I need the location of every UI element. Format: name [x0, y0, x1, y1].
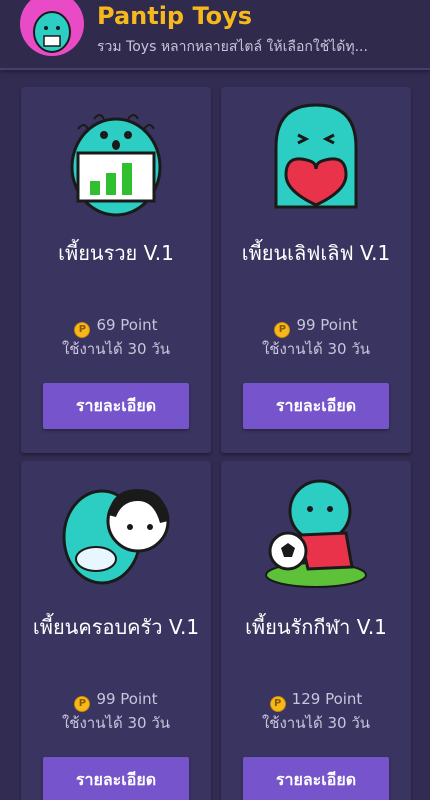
- toy-duration: ใช้งานได้ 30 วัน: [261, 714, 371, 732]
- toy-name: เพี้ยนรวย V.1: [58, 241, 174, 265]
- toy-card-sport[interactable]: เพี้ยนรักกีฬา V.1 P 129 Point ใช้งานได้ 3…: [221, 461, 411, 800]
- point-coin-icon: P: [74, 322, 91, 338]
- app-subtitle: รวม Toys หลากหลายสไตล์ ให้เลือกใช้ได้ทุ.…: [97, 39, 368, 55]
- toy-duration: ใช้งานได้ 30 วัน: [261, 340, 371, 358]
- toy-name: เพี้ยนครอบครัว V.1: [32, 615, 200, 639]
- toy-price: P 99 Point: [21, 688, 211, 712]
- toy-price: P 129 Point: [221, 688, 411, 712]
- detail-button[interactable]: รายละเอียด: [43, 757, 189, 800]
- toy-card-love[interactable]: เพี้ยนเลิฟเลิฟ V.1 P 99 Point ใช้งานได้ 3…: [221, 87, 411, 453]
- toy-name: เพี้ยนเลิฟเลิฟ V.1: [241, 241, 391, 265]
- toy-duration: ใช้งานได้ 30 วัน: [61, 340, 171, 358]
- love-character-icon: [256, 97, 376, 217]
- point-coin-icon: P: [274, 322, 291, 338]
- price-label: 99 Point: [96, 690, 158, 708]
- price-label: 129 Point: [291, 690, 363, 708]
- toy-card-rich[interactable]: เพี้ยนรวย V.1 P 69 Point ใช้งานได้ 30 วัน…: [21, 87, 211, 453]
- detail-button[interactable]: รายละเอียด: [243, 383, 389, 429]
- rich-character-icon: [56, 97, 176, 217]
- app-header: Pantip Toys รวม Toys หลากหลายสไตล์ ให้เล…: [0, 0, 430, 70]
- toy-card-family[interactable]: เพี้ยนครอบครัว V.1 P 99 Point ใช้งานได้ 3…: [21, 461, 211, 800]
- price-label: 69 Point: [96, 316, 158, 334]
- pantip-toys-logo-icon: [20, 0, 84, 56]
- sport-character-icon: [256, 471, 376, 591]
- detail-button[interactable]: รายละเอียด: [243, 757, 389, 800]
- app-title: Pantip Toys: [97, 2, 253, 30]
- detail-button[interactable]: รายละเอียด: [43, 383, 189, 429]
- toy-name: เพี้ยนรักกีฬา V.1: [245, 615, 387, 639]
- point-coin-icon: P: [74, 696, 91, 712]
- toy-duration: ใช้งานได้ 30 วัน: [61, 714, 171, 732]
- toy-price: P 69 Point: [21, 314, 211, 338]
- price-label: 99 Point: [296, 316, 358, 334]
- family-character-icon: [56, 471, 176, 591]
- toy-price: P 99 Point: [221, 314, 411, 338]
- point-coin-icon: P: [269, 696, 286, 712]
